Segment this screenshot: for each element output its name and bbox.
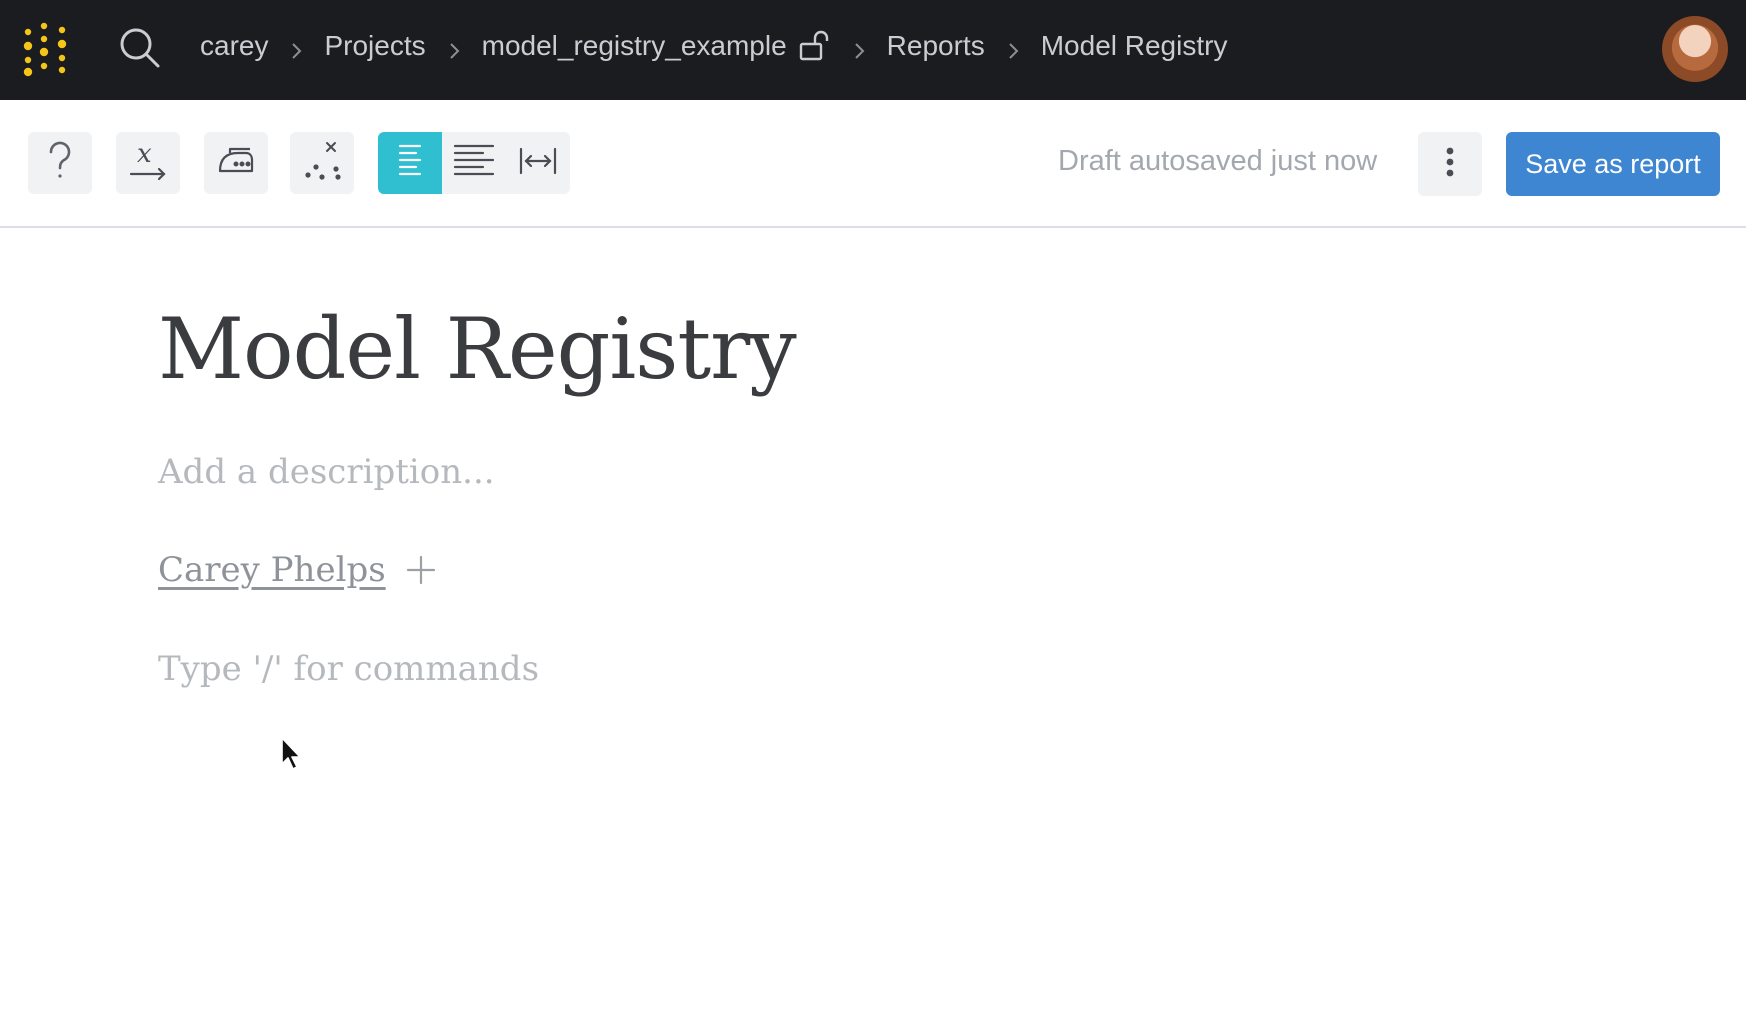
report-toolbar: x Draft autosaved just now Save as repor… — [0, 100, 1746, 228]
variable-button[interactable]: x — [116, 132, 180, 194]
dots-logo-icon[interactable] — [20, 22, 76, 78]
vertical-dots-icon — [1444, 146, 1456, 183]
svg-text:x: x — [137, 140, 152, 169]
unlock-icon[interactable] — [797, 29, 831, 63]
help-icon — [46, 141, 74, 186]
breadcrumb-user[interactable]: carey — [200, 30, 268, 62]
full-width-icon — [518, 146, 558, 181]
plus-icon[interactable] — [404, 553, 438, 587]
more-options-button[interactable] — [1418, 132, 1482, 196]
chevron-right-icon — [286, 36, 306, 59]
breadcrumb-project[interactable]: model_registry_example — [482, 30, 787, 62]
chevron-right-icon — [849, 36, 869, 59]
mouse-cursor-icon — [280, 736, 304, 772]
chevron-right-icon — [444, 36, 464, 59]
autosave-status: Draft autosaved just now — [1058, 145, 1378, 177]
author-link[interactable]: Carey Phelps — [158, 550, 386, 590]
command-input[interactable]: Type '/' for commands — [158, 649, 539, 689]
breadcrumb-current-report: Model Registry — [1040, 30, 1228, 61]
width-option-full[interactable] — [506, 132, 570, 194]
breadcrumb: carey Projects model_registry_example Re… — [200, 24, 1227, 68]
description-field[interactable]: Add a description... — [158, 452, 495, 492]
chevron-right-icon — [1003, 36, 1023, 59]
scatter-plot-icon — [302, 139, 342, 188]
width-toggle-group — [378, 132, 570, 194]
user-avatar[interactable] — [1662, 16, 1728, 82]
scatter-plot-button[interactable] — [290, 132, 354, 194]
save-as-report-button[interactable]: Save as report — [1506, 132, 1720, 196]
search-icon[interactable] — [116, 24, 164, 72]
align-wide-icon — [453, 142, 495, 185]
author-list: Carey Phelps — [158, 550, 438, 590]
breadcrumb-reports[interactable]: Reports — [887, 30, 985, 62]
width-option-wide[interactable] — [442, 132, 506, 194]
top-nav-bar: carey Projects model_registry_example Re… — [0, 0, 1746, 100]
breadcrumb-projects[interactable]: Projects — [324, 30, 425, 62]
variable-x-icon: x — [128, 139, 168, 187]
iron-button[interactable] — [204, 132, 268, 194]
help-button[interactable] — [28, 132, 92, 194]
align-narrow-icon — [394, 142, 426, 185]
iron-icon — [216, 143, 256, 184]
report-title[interactable]: Model Registry — [158, 300, 797, 398]
width-option-narrow[interactable] — [378, 132, 442, 194]
